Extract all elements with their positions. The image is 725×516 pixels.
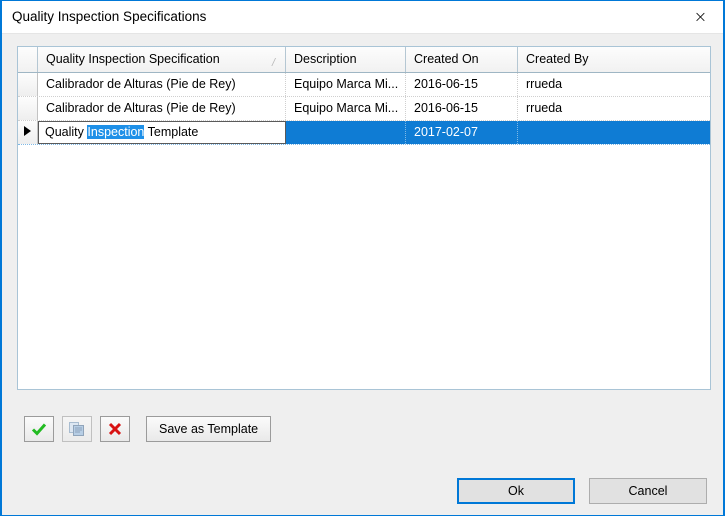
copy-icon <box>69 422 84 436</box>
cell-description[interactable]: Equipo Marca Mi... <box>286 97 406 120</box>
close-icon: × <box>693 6 708 26</box>
close-button[interactable]: × <box>678 1 723 32</box>
grid-header-row: Quality Inspection Specification / Descr… <box>18 47 710 73</box>
cell-specification[interactable]: Calibrador de Alturas (Pie de Rey) <box>38 97 286 120</box>
row-selector[interactable] <box>18 73 38 96</box>
dialog-footer: Ok Cancel <box>457 478 707 504</box>
title-bar: Quality Inspection Specifications × <box>2 1 723 34</box>
dialog-client-area: Quality Inspection Specification / Descr… <box>2 34 723 515</box>
current-row-arrow-icon <box>24 126 31 136</box>
editor-text-selected: Inspection <box>87 125 145 139</box>
column-header-rowselector <box>18 47 38 72</box>
page-title: Quality Inspection Specifications <box>12 9 207 24</box>
cell-created-by[interactable]: rrueda <box>518 97 710 120</box>
ok-button[interactable]: Ok <box>457 478 575 504</box>
specifications-grid[interactable]: Quality Inspection Specification / Descr… <box>17 46 711 390</box>
specification-name-editor[interactable]: Quality Inspection Template <box>38 121 286 144</box>
column-header-specification[interactable]: Quality Inspection Specification / <box>38 47 286 72</box>
column-header-specification-label: Quality Inspection Specification <box>46 52 220 66</box>
cell-created-by[interactable] <box>518 121 710 144</box>
cell-created-on[interactable]: 2017-02-07 <box>406 121 518 144</box>
column-header-created-on[interactable]: Created On <box>406 47 518 72</box>
close-x-icon <box>108 422 122 436</box>
accept-record-button[interactable] <box>24 416 54 442</box>
column-header-created-by[interactable]: Created By <box>518 47 710 72</box>
cancel-record-button[interactable] <box>100 416 130 442</box>
row-selector[interactable] <box>18 97 38 120</box>
table-row[interactable]: Calibrador de Alturas (Pie de Rey) Equip… <box>18 73 710 97</box>
cell-created-on[interactable]: 2016-06-15 <box>406 73 518 96</box>
save-as-template-button[interactable]: Save as Template <box>146 416 272 442</box>
dialog-window: Quality Inspection Specifications × Qual… <box>0 0 725 516</box>
editor-text-before: Quality <box>45 125 88 139</box>
editor-text-after: Template <box>144 125 199 139</box>
cell-description[interactable]: Equipo Marca Mi... <box>286 73 406 96</box>
column-header-description[interactable]: Description <box>286 47 406 72</box>
cancel-button[interactable]: Cancel <box>589 478 707 504</box>
cell-created-by[interactable]: rrueda <box>518 73 710 96</box>
cell-created-on[interactable]: 2016-06-15 <box>406 97 518 120</box>
table-row-selected[interactable]: 2017-02-07 Quality Inspection Template <box>18 121 710 145</box>
record-toolbar: Save as Template <box>24 416 272 442</box>
table-row[interactable]: Calibrador de Alturas (Pie de Rey) Equip… <box>18 97 710 121</box>
cell-specification[interactable]: Calibrador de Alturas (Pie de Rey) <box>38 73 286 96</box>
grid-body: Calibrador de Alturas (Pie de Rey) Equip… <box>18 73 710 145</box>
duplicate-record-button[interactable] <box>62 416 92 442</box>
row-selector-current[interactable] <box>18 121 38 144</box>
sort-ascending-icon: / <box>271 57 275 69</box>
checkmark-icon <box>31 423 47 436</box>
cell-description[interactable] <box>286 121 406 144</box>
